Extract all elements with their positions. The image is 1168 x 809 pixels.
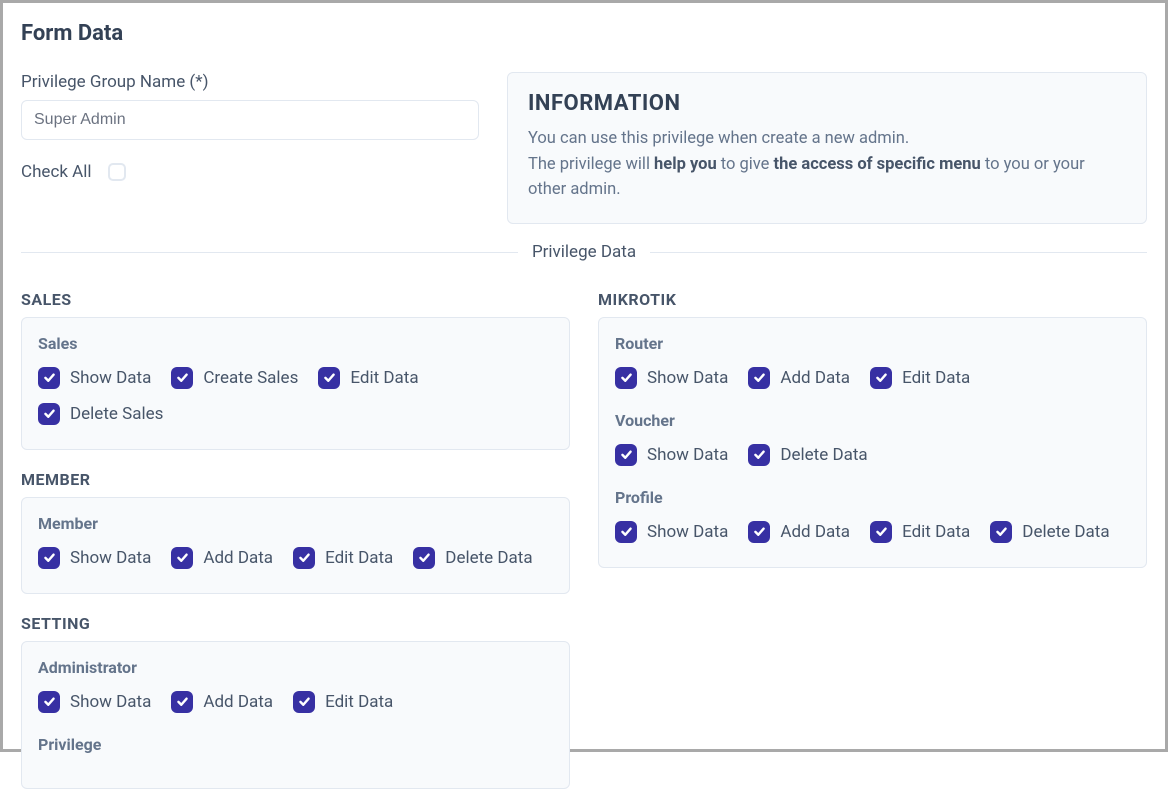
privilege-label: Show Data: [70, 368, 151, 388]
check-all-checkbox[interactable]: [108, 163, 126, 181]
privilege-label: Show Data: [70, 548, 151, 568]
checkbox-checked-icon[interactable]: [293, 691, 315, 713]
checkbox-checked-icon[interactable]: [171, 691, 193, 713]
privilege-checkbox-item[interactable]: Add Data: [171, 547, 273, 569]
privilege-label: Edit Data: [902, 368, 970, 388]
privilege-panel: Administrator Show Data Add Data Edit Data P…: [21, 641, 570, 789]
privilege-checkbox-item[interactable]: Edit Data: [870, 367, 970, 389]
privilege-column-right: MIKROTIK Router Show Data Add Data Edit Data…: [598, 284, 1147, 809]
group-title: Privilege: [38, 735, 553, 754]
privilege-checkbox-item[interactable]: Edit Data: [293, 691, 393, 713]
checkbox-checked-icon[interactable]: [870, 521, 892, 543]
checkbox-checked-icon[interactable]: [615, 444, 637, 466]
privilege-label: Delete Data: [780, 445, 867, 465]
privilege-checkbox-item[interactable]: Edit Data: [318, 367, 418, 389]
category-title: SETTING: [21, 614, 570, 633]
privilege-checkbox-item[interactable]: Show Data: [38, 691, 151, 713]
privilege-label: Edit Data: [350, 368, 418, 388]
checkbox-checked-icon[interactable]: [38, 691, 60, 713]
privilege-checkbox-item[interactable]: Add Data: [748, 521, 850, 543]
privilege-label: Show Data: [647, 445, 728, 465]
category-title: SALES: [21, 290, 570, 309]
privilege-label: Create Sales: [203, 368, 298, 388]
privilege-label: Edit Data: [325, 548, 393, 568]
page-title: Form Data: [21, 21, 1147, 46]
privilege-checkbox-item[interactable]: Show Data: [615, 444, 728, 466]
checkbox-checked-icon[interactable]: [990, 521, 1012, 543]
checkbox-checked-icon[interactable]: [413, 547, 435, 569]
info-body: You can use this privilege when create a…: [528, 126, 1126, 203]
privilege-checkbox-item[interactable]: Show Data: [615, 521, 728, 543]
privilege-divider: Privilege Data: [21, 242, 1147, 262]
category-title: MIKROTIK: [598, 290, 1147, 309]
privilege-checkbox-item[interactable]: Show Data: [38, 367, 151, 389]
privilege-checkbox-item[interactable]: Create Sales: [171, 367, 298, 389]
group-title: Administrator: [38, 658, 553, 677]
info-panel: INFORMATION You can use this privilege w…: [507, 72, 1147, 224]
checkbox-checked-icon[interactable]: [870, 367, 892, 389]
privilege-panel: Sales Show Data Create Sales Edit Data Delet…: [21, 317, 570, 450]
privilege-label: Delete Sales: [70, 404, 163, 424]
privilege-label: Edit Data: [325, 692, 393, 712]
privilege-checkbox-item[interactable]: Edit Data: [870, 521, 970, 543]
checkbox-checked-icon[interactable]: [615, 521, 637, 543]
privilege-checkbox-item[interactable]: Delete Data: [990, 521, 1109, 543]
privilege-label: Edit Data: [902, 522, 970, 542]
privilege-label: Add Data: [203, 548, 273, 568]
privilege-label: Delete Data: [1022, 522, 1109, 542]
checkbox-checked-icon[interactable]: [38, 547, 60, 569]
checkbox-checked-icon[interactable]: [748, 444, 770, 466]
checkbox-checked-icon[interactable]: [293, 547, 315, 569]
privilege-label: Show Data: [70, 692, 151, 712]
privilege-label: Show Data: [647, 522, 728, 542]
privilege-checkbox-item[interactable]: Add Data: [171, 691, 273, 713]
privilege-label: Add Data: [780, 522, 850, 542]
privilege-checkbox-item[interactable]: Add Data: [748, 367, 850, 389]
privilege-panel: Router Show Data Add Data Edit Data Voucher S…: [598, 317, 1147, 568]
category-title: MEMBER: [21, 470, 570, 489]
checkbox-checked-icon[interactable]: [615, 367, 637, 389]
privilege-checkbox-item[interactable]: Edit Data: [293, 547, 393, 569]
checkbox-checked-icon[interactable]: [318, 367, 340, 389]
privilege-checkbox-item[interactable]: Delete Data: [413, 547, 532, 569]
group-title: Profile: [615, 488, 1130, 507]
checkbox-checked-icon[interactable]: [171, 547, 193, 569]
group-title: Member: [38, 514, 553, 533]
group-title: Sales: [38, 334, 553, 353]
checkbox-checked-icon[interactable]: [38, 367, 60, 389]
checkbox-checked-icon[interactable]: [748, 367, 770, 389]
checkbox-checked-icon[interactable]: [171, 367, 193, 389]
group-name-input[interactable]: [21, 100, 479, 140]
privilege-label: Add Data: [780, 368, 850, 388]
info-title: INFORMATION: [528, 91, 1126, 116]
group-name-label: Privilege Group Name (*): [21, 72, 479, 92]
group-title: Voucher: [615, 411, 1130, 430]
privilege-label: Show Data: [647, 368, 728, 388]
privilege-column-left: SALES Sales Show Data Create Sales Edit Data…: [21, 284, 570, 809]
privilege-checkbox-item[interactable]: Show Data: [38, 547, 151, 569]
checkbox-checked-icon[interactable]: [748, 521, 770, 543]
privilege-label: Delete Data: [445, 548, 532, 568]
check-all-label: Check All: [21, 162, 92, 182]
privilege-label: Add Data: [203, 692, 273, 712]
checkbox-checked-icon[interactable]: [38, 403, 60, 425]
privilege-panel: Member Show Data Add Data Edit Data Delete D…: [21, 497, 570, 594]
privilege-checkbox-item[interactable]: Delete Sales: [38, 403, 163, 425]
group-title: Router: [615, 334, 1130, 353]
privilege-checkbox-item[interactable]: Delete Data: [748, 444, 867, 466]
privilege-checkbox-item[interactable]: Show Data: [615, 367, 728, 389]
